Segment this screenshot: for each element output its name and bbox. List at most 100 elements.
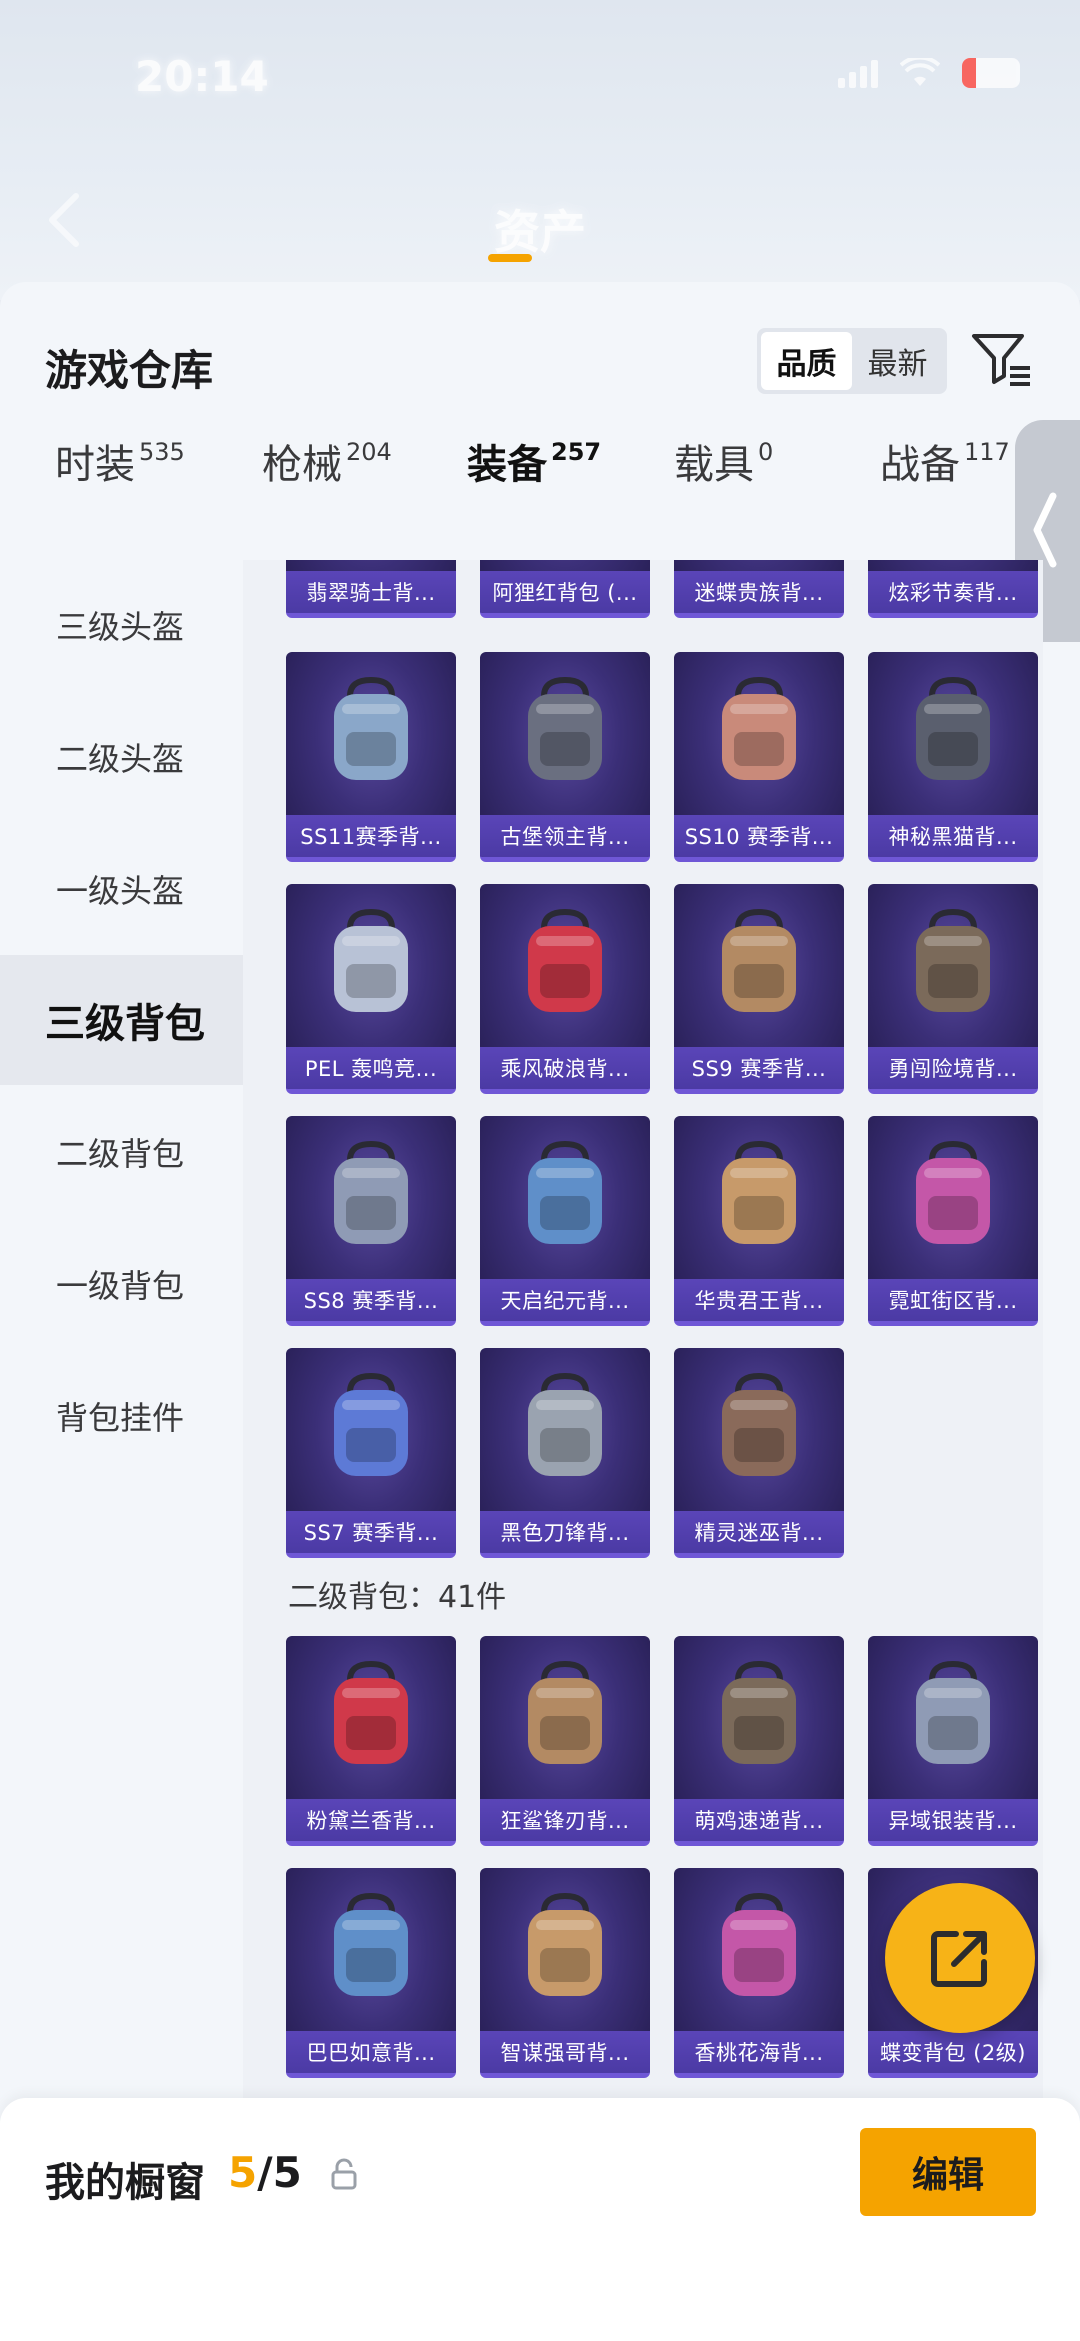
section-label-level2: 二级背包：41件 — [288, 1580, 507, 1615]
item-card[interactable]: 黑色刀锋背... — [480, 1348, 650, 1558]
backpack-icon — [528, 676, 602, 780]
tab-label: 时装 — [55, 442, 135, 488]
item-card[interactable]: SS7 赛季背... — [286, 1348, 456, 1558]
item-card[interactable]: SS10 赛季背... — [674, 652, 844, 862]
item-label: 异域银装背... — [868, 1799, 1038, 1841]
lock-icon — [331, 2158, 357, 2190]
backpack-icon — [722, 1892, 796, 1996]
tab-count: 535 — [139, 438, 185, 466]
item-label: 粉黛兰香背... — [286, 1799, 456, 1841]
tab-supplies[interactable]: 战备 117 — [880, 432, 1010, 490]
backpack-icon — [722, 1372, 796, 1476]
item-card[interactable]: 迷蝶贵族背... — [674, 560, 844, 618]
backpack-icon — [334, 1372, 408, 1476]
share-external-icon — [931, 1931, 987, 1987]
item-label: 阿狸红背包 (... — [480, 571, 650, 613]
tab-count: 204 — [346, 438, 392, 466]
item-label: SS7 赛季背... — [286, 1511, 456, 1553]
item-label: SS9 赛季背... — [674, 1047, 844, 1089]
item-card[interactable]: 乘风破浪背... — [480, 884, 650, 1094]
item-card[interactable]: 香桃花海背... — [674, 1868, 844, 2078]
backpack-icon — [528, 1892, 602, 1996]
tab-equipment[interactable]: 装备 257 — [467, 432, 601, 490]
item-card[interactable]: 粉黛兰香背... — [286, 1636, 456, 1846]
showcase-current: 5 — [228, 2148, 258, 2197]
backpack-icon — [722, 1140, 796, 1244]
item-label: 天启纪元背... — [480, 1279, 650, 1321]
tab-count: 0 — [758, 438, 774, 466]
item-label: 精灵迷巫背... — [674, 1511, 844, 1553]
item-card[interactable]: 萌鸡速递背... — [674, 1636, 844, 1846]
share-fab[interactable] — [885, 1883, 1035, 2033]
tab-fashion[interactable]: 时装 535 — [55, 432, 185, 490]
item-card[interactable]: SS9 赛季背... — [674, 884, 844, 1094]
backpack-icon — [528, 908, 602, 1012]
item-label: 萌鸡速递背... — [674, 1799, 844, 1841]
sidebar-item-backpack-1[interactable]: 一级背包 — [0, 1219, 243, 1349]
backpack-icon — [722, 908, 796, 1012]
item-card[interactable]: 智谋强哥背... — [480, 1868, 650, 2078]
sort-quality-button[interactable]: 品质 — [761, 332, 852, 390]
tab-label: 载具 — [674, 442, 754, 488]
item-card[interactable]: 狂鲨锋刃背... — [480, 1636, 650, 1846]
active-tab-indicator — [488, 254, 532, 262]
filter-icon[interactable] — [970, 330, 1034, 390]
category-tabs: 时装 535 枪械 204 装备 257 载具 0 战备 117 — [0, 432, 1020, 542]
sidebar-item-backpack-3[interactable]: 三级背包 — [0, 955, 243, 1085]
item-card[interactable]: 精灵迷巫背... — [674, 1348, 844, 1558]
item-label: 巴巴如意背... — [286, 2031, 456, 2073]
item-card[interactable]: 炫彩节奏背... — [868, 560, 1038, 618]
sidebar-item-helmet-2[interactable]: 二级头盔 — [0, 692, 243, 822]
item-label: 乘风破浪背... — [480, 1047, 650, 1089]
subcategory-sidebar: 三级头盔 二级头盔 一级头盔 三级背包 二级背包 一级背包 背包挂件 — [0, 560, 243, 2100]
item-card[interactable]: 勇闯险境背... — [868, 884, 1038, 1094]
item-card[interactable]: 神秘黑猫背... — [868, 652, 1038, 862]
sort-toggle: 品质 最新 — [757, 328, 947, 394]
item-card[interactable]: 翡翠骑士背... — [286, 560, 456, 618]
backpack-icon — [916, 908, 990, 1012]
backpack-icon — [334, 676, 408, 780]
tab-vehicles[interactable]: 载具 0 — [674, 432, 773, 490]
tab-label: 装备 — [467, 442, 547, 488]
item-label: 炫彩节奏背... — [868, 571, 1038, 613]
backpack-icon — [334, 1892, 408, 1996]
item-card[interactable]: 天启纪元背... — [480, 1116, 650, 1326]
nav-title: 资产 — [494, 205, 586, 259]
edit-button[interactable]: 编辑 — [860, 2128, 1036, 2216]
tab-count: 257 — [551, 438, 602, 466]
backpack-icon — [528, 1140, 602, 1244]
showcase-total: /5 — [257, 2148, 302, 2197]
item-card[interactable]: 巴巴如意背... — [286, 1868, 456, 2078]
item-label: 蝶变背包 (2级) — [868, 2031, 1038, 2073]
item-card[interactable]: 异域银装背... — [868, 1636, 1038, 1846]
item-card[interactable]: PEL 轰鸣竞... — [286, 884, 456, 1094]
chevron-left-icon — [1033, 492, 1057, 568]
item-label: 霓虹街区背... — [868, 1279, 1038, 1321]
status-time: 20:14 — [135, 52, 269, 101]
item-card[interactable]: 霓虹街区背... — [868, 1116, 1038, 1326]
sidebar-item-helmet-3[interactable]: 三级头盔 — [0, 560, 243, 690]
item-card[interactable]: 古堡领主背... — [480, 652, 650, 862]
backpack-icon — [334, 1660, 408, 1764]
backpack-icon — [722, 1660, 796, 1764]
backpack-icon — [916, 1660, 990, 1764]
sort-newest-button[interactable]: 最新 — [852, 332, 943, 390]
sidebar-item-backpack-charm[interactable]: 背包挂件 — [0, 1351, 243, 1481]
sidebar-item-helmet-1[interactable]: 一级头盔 — [0, 824, 243, 954]
sidebar-item-backpack-2[interactable]: 二级背包 — [0, 1087, 243, 1217]
item-label: 黑色刀锋背... — [480, 1511, 650, 1553]
item-label: 狂鲨锋刃背... — [480, 1799, 650, 1841]
backpack-icon — [916, 676, 990, 780]
item-label: SS10 赛季背... — [674, 815, 844, 857]
backpack-icon — [528, 1372, 602, 1476]
backpack-icon — [528, 1660, 602, 1764]
item-label: PEL 轰鸣竞... — [286, 1047, 456, 1089]
item-label: 迷蝶贵族背... — [674, 571, 844, 613]
tab-weapons[interactable]: 枪械 204 — [262, 432, 392, 490]
item-card[interactable]: SS8 赛季背... — [286, 1116, 456, 1326]
item-card[interactable]: SS11赛季背... — [286, 652, 456, 862]
item-card[interactable]: 华贵君王背... — [674, 1116, 844, 1326]
item-card[interactable]: 阿狸红背包 (... — [480, 560, 650, 618]
item-label: SS11赛季背... — [286, 815, 456, 857]
tab-label: 枪械 — [262, 442, 342, 488]
